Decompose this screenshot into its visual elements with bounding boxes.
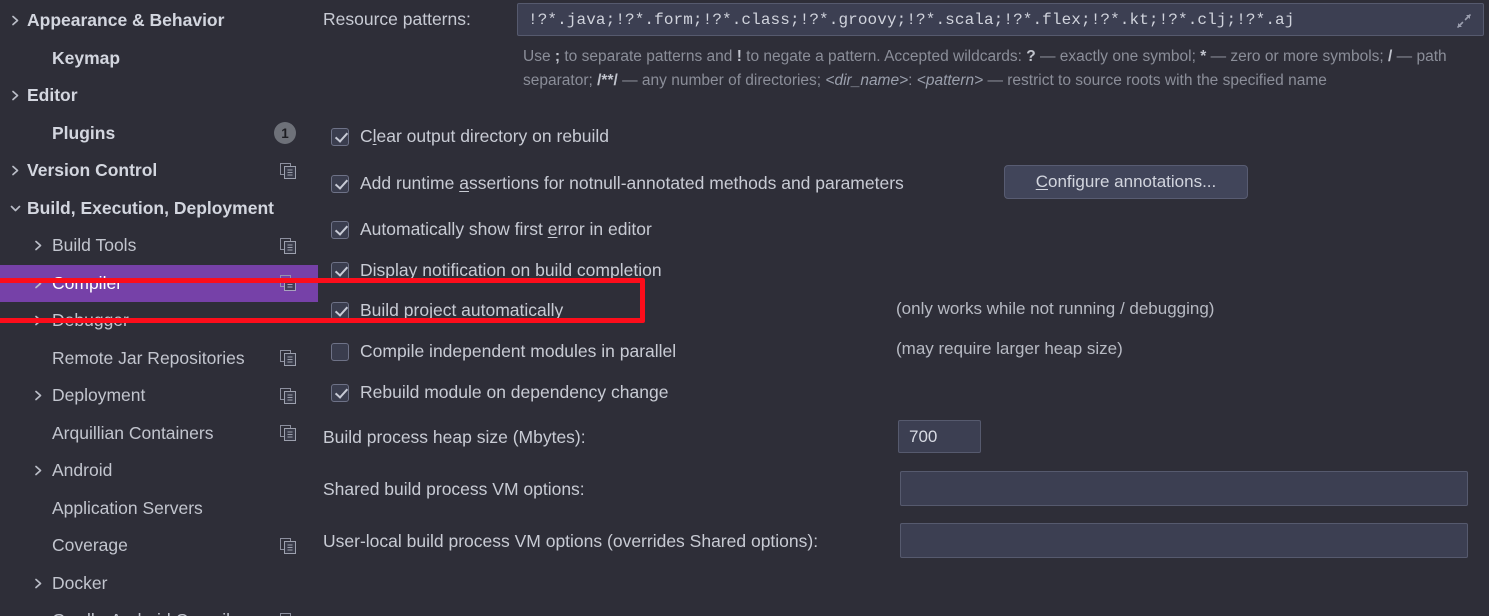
scope-copy-icon [280,537,296,554]
scope-copy-icon [280,387,296,404]
settings-sidebar: Appearance & Behavior Keymap Editor Plugins… [0,0,318,616]
sidebar-item-label: Coverage [52,535,128,556]
clear-output-directory-checkbox[interactable] [331,127,349,146]
shared-vm-options-input[interactable] [900,471,1468,506]
scope-copy-icon [280,162,296,179]
chevron-right-icon[interactable] [4,14,26,27]
checkbox-row-clear-output-directory[interactable]: Clear output directory on rebuild [331,126,609,147]
checkbox-row-rebuild-on-dependency-change[interactable]: Rebuild module on dependency change [331,382,668,403]
user-local-vm-options-input[interactable] [900,523,1468,558]
sidebar-item-label: Arquillian Containers [52,422,214,443]
sidebar-item-appearance-behavior[interactable]: Appearance & Behavior [0,2,318,40]
chevron-right-icon[interactable] [27,314,49,327]
sidebar-item-build-execution-deployment[interactable]: Build, Execution, Deployment [0,190,318,228]
sidebar-item-label: Android [52,460,113,481]
settings-dialog: Appearance & Behavior Keymap Editor Plugins… [0,0,1489,616]
sidebar-item-label: Compiler [52,272,123,293]
sidebar-item-docker[interactable]: Docker [0,565,318,603]
sidebar-item-compiler[interactable]: Compiler [0,264,318,302]
sidebar-item-label: Deployment [52,385,146,406]
scope-copy-icon [280,275,296,292]
add-runtime-assertions-checkbox[interactable] [331,174,349,193]
chevron-right-icon[interactable] [27,239,49,252]
resource-patterns-input[interactable]: !?*.java;!?*.form;!?*.class;!?*.groovy;!… [517,3,1484,36]
sidebar-item-label: Application Servers [52,497,203,518]
sidebar-item-label: Docker [52,572,108,593]
sidebar-item-remote-jar-repositories[interactable]: Remote Jar Repositories [0,340,318,378]
sidebar-item-coverage[interactable]: Coverage [0,527,318,565]
heap-size-value: 700 [909,426,938,446]
display-notification-label: Display notification on build completion [360,260,662,280]
compile-modules-parallel-checkbox[interactable] [331,342,349,361]
checkbox-row-compile-modules-parallel[interactable]: Compile independent modules in parallel [331,341,676,362]
sidebar-item-label: Keymap [52,47,121,68]
build-project-automatically-label: Build project automatically [360,300,564,320]
display-notification-checkbox[interactable] [331,261,349,280]
resource-patterns-hint: Use ; to separate patterns and ! to nega… [523,48,1447,89]
configure-annotations-button[interactable]: Configure annotations... [1004,165,1248,199]
chevron-right-icon[interactable] [4,89,26,102]
show-first-error-checkbox[interactable] [331,220,349,239]
chevron-down-icon[interactable] [4,202,26,215]
chevron-right-icon[interactable] [27,277,49,290]
chevron-right-icon[interactable] [27,464,49,477]
checkbox-row-show-first-error[interactable]: Automatically show first error in editor [331,219,652,240]
chevron-right-icon[interactable] [27,577,49,590]
clear-output-directory-label: Clear output directory on rebuild [360,126,610,146]
sidebar-item-label: Build, Execution, Deployment [27,197,274,218]
heap-size-input[interactable]: 700 [898,420,981,453]
user-local-vm-options-label: User-local build process VM options (ove… [323,531,819,551]
scope-copy-icon [280,237,296,254]
checkbox-row-add-runtime-assertions[interactable]: Add runtime assertions for notnull-annot… [331,173,904,194]
sidebar-item-gradle-android-compiler[interactable]: Gradle-Android Compiler [0,602,318,616]
scope-copy-icon [280,425,296,442]
sidebar-item-label: Version Control [27,160,158,181]
chevron-right-icon[interactable] [27,389,49,402]
sidebar-item-application-servers[interactable]: Application Servers [0,490,318,528]
resource-patterns-value: !?*.java;!?*.form;!?*.class;!?*.groovy;!… [528,10,1295,29]
build-project-automatically-checkbox[interactable] [331,301,349,320]
compiler-settings-panel: Resource patterns: !?*.java;!?*.form;!?*… [318,0,1489,616]
sidebar-item-label: Debugger [52,310,129,331]
resource-patterns-label: Resource patterns: [323,9,471,29]
compile-modules-parallel-label: Compile independent modules in parallel [360,341,677,361]
sidebar-item-debugger[interactable]: Debugger [0,302,318,340]
shared-vm-options-label: Shared build process VM options: [323,479,585,499]
sidebar-item-label: Plugins [52,122,116,143]
sidebar-item-arquillian-containers[interactable]: Arquillian Containers [0,415,318,453]
heap-size-label: Build process heap size (Mbytes): [323,427,586,447]
expand-diagonal-icon[interactable] [1451,8,1477,34]
configure-annotations-mnemonic: C [1035,172,1049,191]
sidebar-item-android[interactable]: Android [0,452,318,490]
sidebar-item-label: Editor [27,85,78,106]
sidebar-item-badge: 1 [274,122,296,145]
sidebar-item-editor[interactable]: Editor [0,77,318,115]
sidebar-item-version-control[interactable]: Version Control [0,152,318,190]
checkbox-row-build-project-automatically[interactable]: Build project automatically [331,300,563,321]
configure-annotations-label: onfigure annotations... [1048,172,1217,191]
add-runtime-assertions-label: Add runtime assertions for notnull-annot… [360,173,904,193]
show-first-error-label: Automatically show first error in editor [360,219,652,239]
sidebar-item-label: Gradle-Android Compiler [52,610,246,616]
checkbox-row-display-notification[interactable]: Display notification on build completion [331,260,662,281]
sidebar-item-label: Appearance & Behavior [27,10,225,31]
chevron-right-icon[interactable] [4,164,26,177]
sidebar-item-label: Remote Jar Repositories [52,347,245,368]
sidebar-item-plugins[interactable]: Plugins 1 [0,115,318,153]
build-project-automatically-note: (only works while not running / debuggin… [896,299,1215,318]
rebuild-on-dependency-change-label: Rebuild module on dependency change [360,382,669,402]
rebuild-on-dependency-change-checkbox[interactable] [331,383,349,402]
scope-copy-icon [280,350,296,367]
compile-modules-parallel-note: (may require larger heap size) [896,339,1123,358]
sidebar-item-build-tools[interactable]: Build Tools [0,227,318,265]
sidebar-item-label: Build Tools [52,235,137,256]
sidebar-item-keymap[interactable]: Keymap [0,40,318,78]
sidebar-item-deployment[interactable]: Deployment [0,377,318,415]
